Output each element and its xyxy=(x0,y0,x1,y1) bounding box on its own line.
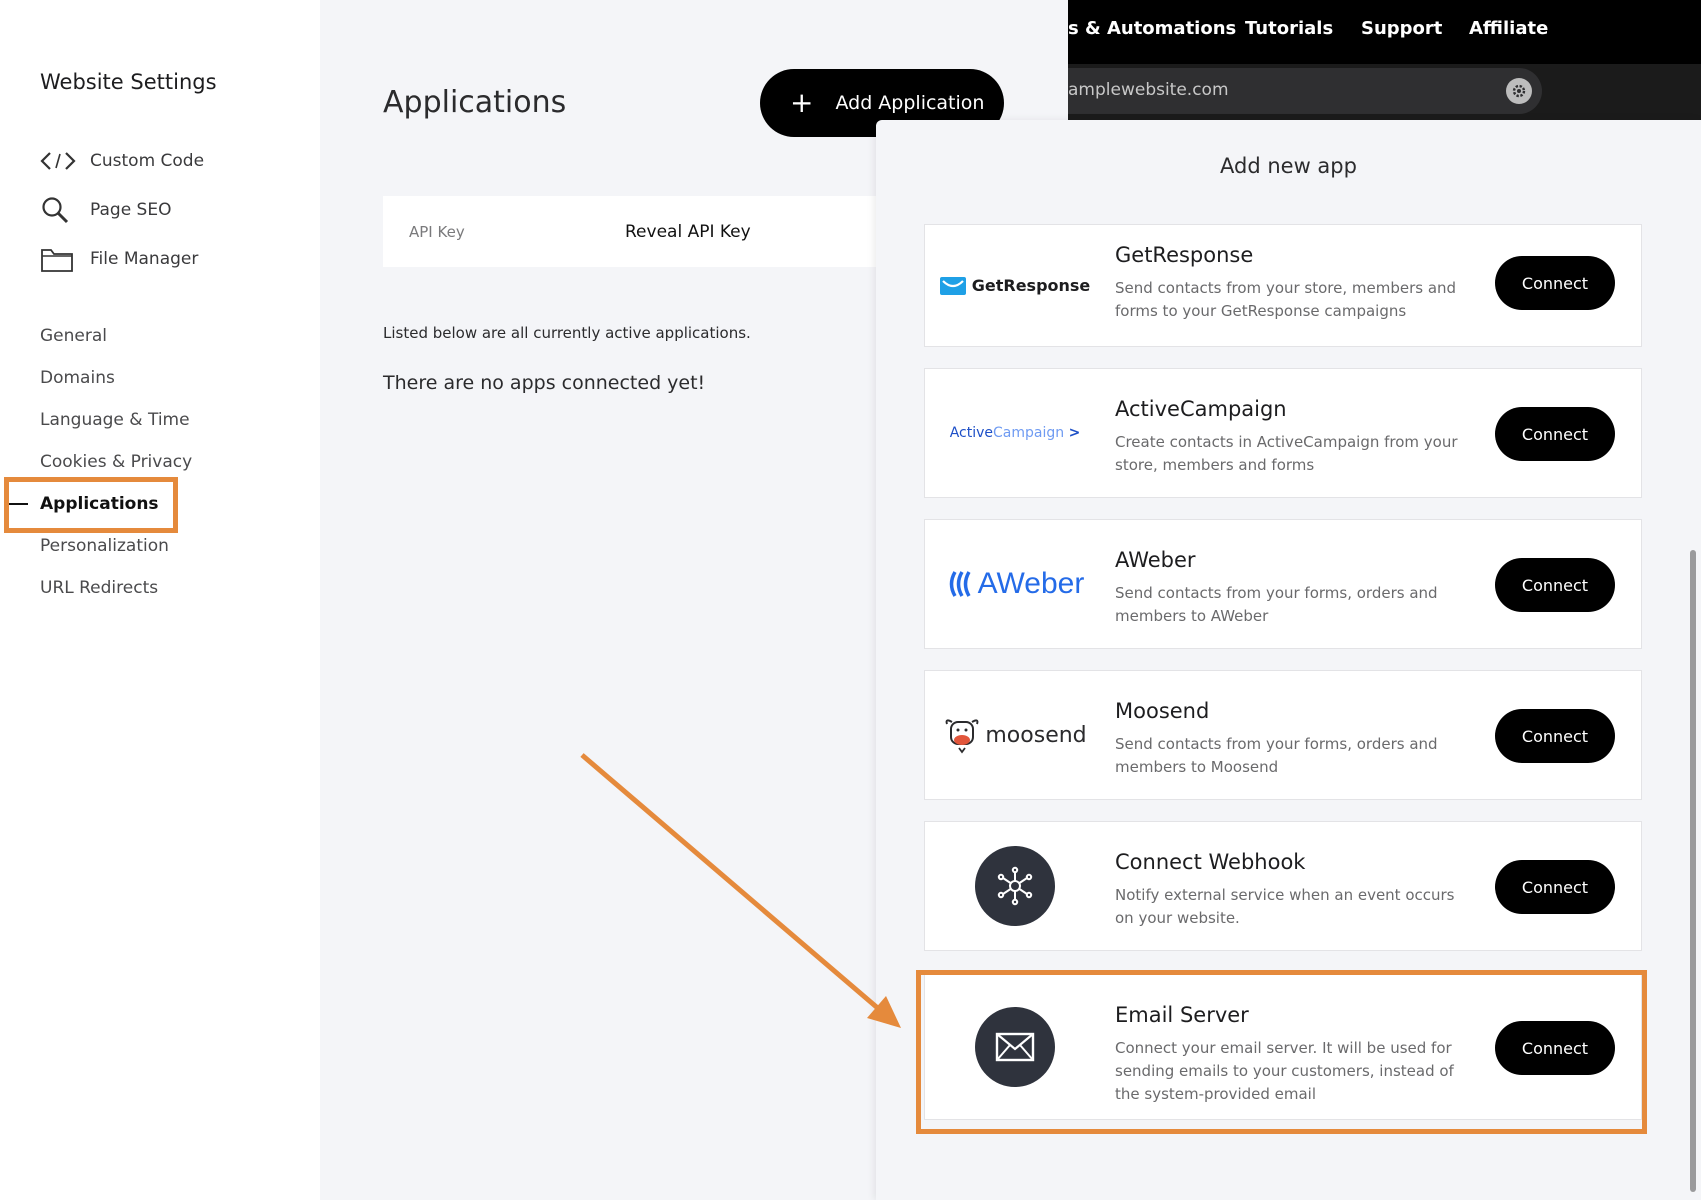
gear-icon[interactable] xyxy=(1506,78,1532,104)
app-name: Moosend xyxy=(1115,699,1210,723)
sidebar-item-language-time[interactable]: Language & Time xyxy=(40,410,190,430)
aweber-logo: AWeber xyxy=(945,520,1085,648)
reveal-api-key-link[interactable]: Reveal API Key xyxy=(625,222,751,242)
app-card-aweber: AWeber AWeber Send contacts from your fo… xyxy=(924,519,1642,649)
getresponse-logo-text: GetResponse xyxy=(971,276,1091,295)
activecampaign-logo: ActiveCampaign > xyxy=(945,369,1085,497)
plus-icon: + xyxy=(790,86,814,119)
app-name: AWeber xyxy=(1115,548,1196,572)
sidebar-tool-label: File Manager xyxy=(90,249,199,269)
modal-title: Add new app xyxy=(1220,154,1357,178)
aweber-logo-text: AWeber xyxy=(977,567,1085,600)
app-description: Create contacts in ActiveCampaign from y… xyxy=(1115,433,1458,474)
sidebar-tool-label: Custom Code xyxy=(90,151,205,171)
settings-sidebar: Website Settings Custom Code Page SEO Fi… xyxy=(0,0,320,1200)
app-card-getresponse: GetResponse GetResponse Send contacts fr… xyxy=(924,224,1642,347)
app-card-webhook: Connect Webhook Notify external service … xyxy=(924,821,1642,951)
folder-icon xyxy=(40,242,78,276)
email-server-highlight-box xyxy=(916,970,1647,1134)
topnav-tutorials[interactable]: Tutorials xyxy=(1245,18,1333,39)
sidebar-item-url-redirects[interactable]: URL Redirects xyxy=(40,578,158,598)
webhook-icon xyxy=(975,846,1055,926)
connect-activecampaign-button[interactable]: Connect xyxy=(1495,407,1615,461)
connect-aweber-button[interactable]: Connect xyxy=(1495,558,1615,612)
api-key-label: API Key xyxy=(409,222,465,241)
add-application-label: Add Application xyxy=(835,92,985,114)
getresponse-logo: GetResponse xyxy=(939,225,1090,346)
sidebar-tool-custom-code[interactable]: Custom Code xyxy=(40,144,204,178)
aweber-mark-icon xyxy=(949,571,971,597)
app-description: Send contacts from your forms, orders an… xyxy=(1115,584,1438,625)
arrow-line xyxy=(580,753,882,1012)
moosend-logo: moosend xyxy=(945,671,1087,799)
app-name: Connect Webhook xyxy=(1115,850,1306,874)
activecampaign-chevron-icon: > xyxy=(1068,425,1081,441)
moosend-logo-text: moosend xyxy=(985,722,1087,748)
modal-scrollbar[interactable] xyxy=(1690,550,1696,1192)
api-key-card: API Key Reveal API Key xyxy=(383,196,903,267)
getresponse-mark-icon xyxy=(939,276,966,295)
top-navigation: s & Automations Tutorials Support Affili… xyxy=(1068,0,1701,64)
sidebar-item-cookies-privacy[interactable]: Cookies & Privacy xyxy=(40,452,192,472)
sidebar-item-general[interactable]: General xyxy=(40,326,107,346)
url-bar-area: amplewebsite.com xyxy=(1068,64,1701,120)
search-icon xyxy=(40,193,78,227)
connect-getresponse-button[interactable]: Connect xyxy=(1495,256,1615,310)
active-apps-caption: Listed below are all currently active ap… xyxy=(383,324,751,342)
url-bar[interactable]: amplewebsite.com xyxy=(1068,68,1542,114)
applications-highlight-box xyxy=(4,477,178,533)
app-name: ActiveCampaign xyxy=(1115,397,1287,421)
topnav-automations[interactable]: s & Automations xyxy=(1068,18,1236,39)
activecampaign-logo-text-b: Campaign xyxy=(993,425,1065,441)
app-name: GetResponse xyxy=(1115,243,1254,267)
page-title: Applications xyxy=(383,85,567,120)
sidebar-item-domains[interactable]: Domains xyxy=(40,368,115,388)
app-description: Send contacts from your store, members a… xyxy=(1115,279,1457,320)
url-text: amplewebsite.com xyxy=(1068,80,1229,100)
connect-webhook-button[interactable]: Connect xyxy=(1495,860,1615,914)
sidebar-tool-page-seo[interactable]: Page SEO xyxy=(40,193,171,227)
app-card-moosend: moosend Moosend Send contacts from your … xyxy=(924,670,1642,800)
connect-moosend-button[interactable]: Connect xyxy=(1495,709,1615,763)
topnav-support[interactable]: Support xyxy=(1361,18,1442,39)
sidebar-tool-label: Page SEO xyxy=(90,200,172,220)
cow-icon xyxy=(945,719,979,754)
sidebar-title: Website Settings xyxy=(40,70,217,94)
sidebar-item-personalization[interactable]: Personalization xyxy=(40,536,169,556)
empty-state-text: There are no apps connected yet! xyxy=(383,372,706,394)
webhook-logo xyxy=(945,822,1085,950)
code-icon xyxy=(40,144,78,178)
sidebar-tool-file-manager[interactable]: File Manager xyxy=(40,242,198,276)
app-card-activecampaign: ActiveCampaign > ActiveCampaign Create c… xyxy=(924,368,1642,498)
app-description: Notify external service when an event oc… xyxy=(1115,886,1455,927)
app-description: Send contacts from your forms, orders an… xyxy=(1115,735,1438,776)
activecampaign-logo-text-a: Active xyxy=(949,425,993,441)
topnav-affiliate[interactable]: Affiliate xyxy=(1469,18,1548,39)
